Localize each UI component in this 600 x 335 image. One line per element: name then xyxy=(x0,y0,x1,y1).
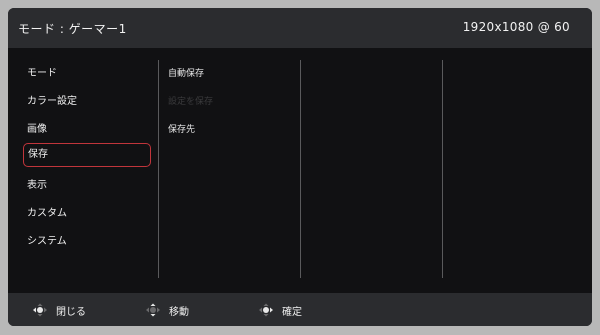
confirm-label: 確定 xyxy=(282,306,302,318)
dpad-left-icon xyxy=(33,303,47,317)
submenu-item-save-settings: 設定を保存 xyxy=(168,97,214,107)
menu-item-mode[interactable]: モード xyxy=(23,62,151,86)
menu-item-label: 表示 xyxy=(27,180,47,191)
resolution-indicator: 1920x1080 @ 60 xyxy=(462,20,570,34)
column-divider xyxy=(300,60,301,278)
footer-bar: 閉じる 移動 確定 xyxy=(8,293,592,326)
dpad-right-icon xyxy=(259,303,273,317)
menu-item-label: 画像 xyxy=(27,124,47,135)
menu-item-label: カスタム xyxy=(27,208,67,219)
menu-item-system[interactable]: システム xyxy=(23,230,151,254)
menu-item-color-settings[interactable]: カラー設定 xyxy=(23,90,151,114)
close-hint[interactable]: 閉じる xyxy=(32,303,86,318)
menu-item-save[interactable]: 保存 xyxy=(23,143,151,167)
menu-item-label: 保存 xyxy=(28,149,48,160)
dpad-up-down-icon xyxy=(146,303,160,317)
menu-item-label: システム xyxy=(27,236,67,247)
menu-item-picture[interactable]: 画像 xyxy=(23,118,151,142)
header-bar: モード : ゲーマー1 1920x1080 @ 60 xyxy=(8,8,592,48)
menu-item-label: モード xyxy=(27,68,57,79)
mode-indicator: モード : ゲーマー1 xyxy=(18,22,127,36)
osd-screen: モード : ゲーマー1 1920x1080 @ 60 モード カラー設定 画像 … xyxy=(8,8,592,326)
menu-item-custom[interactable]: カスタム xyxy=(23,202,151,226)
menu-item-display[interactable]: 表示 xyxy=(23,174,151,198)
column-divider xyxy=(158,60,159,278)
submenu-item-save-destination[interactable]: 保存先 xyxy=(168,122,195,135)
column-divider xyxy=(442,60,443,278)
move-label: 移動 xyxy=(169,306,189,318)
menu-item-label: カラー設定 xyxy=(27,96,77,107)
close-label: 閉じる xyxy=(56,306,86,318)
submenu-item-auto-save[interactable]: 自動保存 xyxy=(168,66,204,79)
confirm-hint[interactable]: 確定 xyxy=(258,303,302,318)
move-hint[interactable]: 移動 xyxy=(145,303,189,318)
